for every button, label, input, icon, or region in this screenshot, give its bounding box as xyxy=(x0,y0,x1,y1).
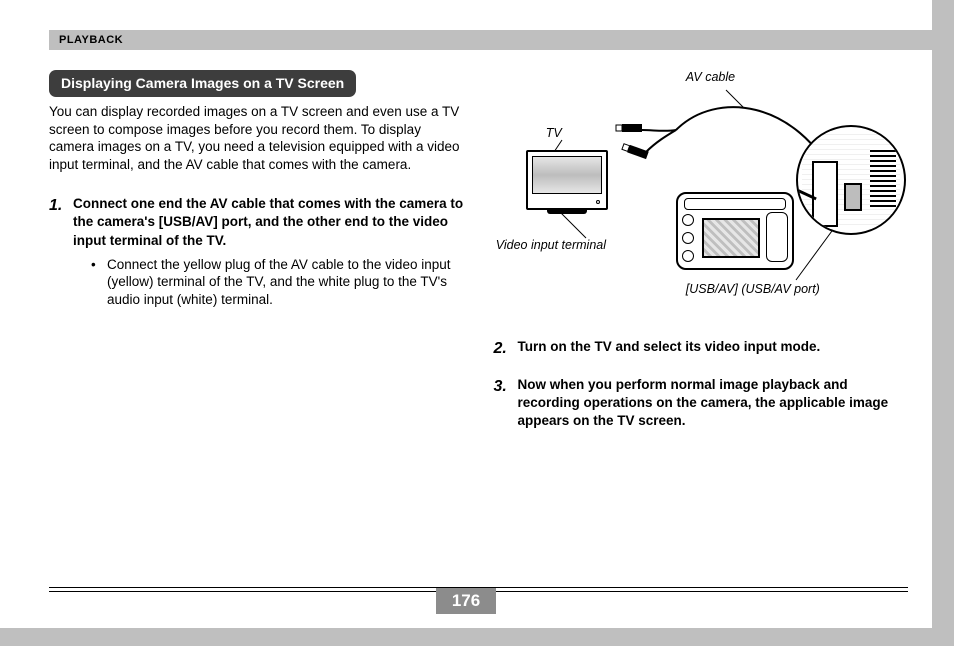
label-av-cable: AV cable xyxy=(686,70,735,84)
intro-paragraph: You can display recorded images on a TV … xyxy=(49,103,464,173)
connection-diagram: AV cable TV Video input terminal [USB/AV… xyxy=(496,70,906,310)
bullet-dot-icon: • xyxy=(91,256,99,309)
topic-heading: Displaying Camera Images on a TV Screen xyxy=(49,70,356,97)
step-1-bullet-1-text: Connect the yellow plug of the AV cable … xyxy=(107,256,464,309)
section-header-bar: PLAYBACK xyxy=(49,30,932,50)
step-3: 3. Now when you perform normal image pla… xyxy=(494,376,909,431)
page-edge-bottom xyxy=(0,628,954,646)
step-1-title: Connect one end the AV cable that comes … xyxy=(73,195,464,250)
page-number: 176 xyxy=(436,588,496,614)
step-2: 2. Turn on the TV and select its video i… xyxy=(494,338,909,360)
content-columns: Displaying Camera Images on a TV Screen … xyxy=(49,70,908,548)
step-3-number: 3. xyxy=(494,376,512,398)
step-2-number: 2. xyxy=(494,338,512,360)
step-1: 1. Connect one end the AV cable that com… xyxy=(49,195,464,308)
closeup-circle-icon xyxy=(796,125,906,235)
step-1-bullet-1: • Connect the yellow plug of the AV cabl… xyxy=(73,256,464,309)
step-3-title: Now when you perform normal image playba… xyxy=(518,376,909,431)
page: PLAYBACK Displaying Camera Images on a T… xyxy=(0,0,932,628)
label-video-input: Video input terminal xyxy=(496,238,606,252)
right-column: AV cable TV Video input terminal [USB/AV… xyxy=(494,70,909,548)
camera-icon xyxy=(676,192,794,270)
left-column: Displaying Camera Images on a TV Screen … xyxy=(49,70,464,548)
section-header-text: PLAYBACK xyxy=(59,34,123,46)
page-edge-right xyxy=(932,0,954,646)
tv-icon xyxy=(526,150,608,210)
label-usb-av-port: [USB/AV] (USB/AV port) xyxy=(686,282,820,296)
step-2-title: Turn on the TV and select its video inpu… xyxy=(518,338,821,356)
label-tv: TV xyxy=(546,126,562,140)
step-1-number: 1. xyxy=(49,195,67,217)
